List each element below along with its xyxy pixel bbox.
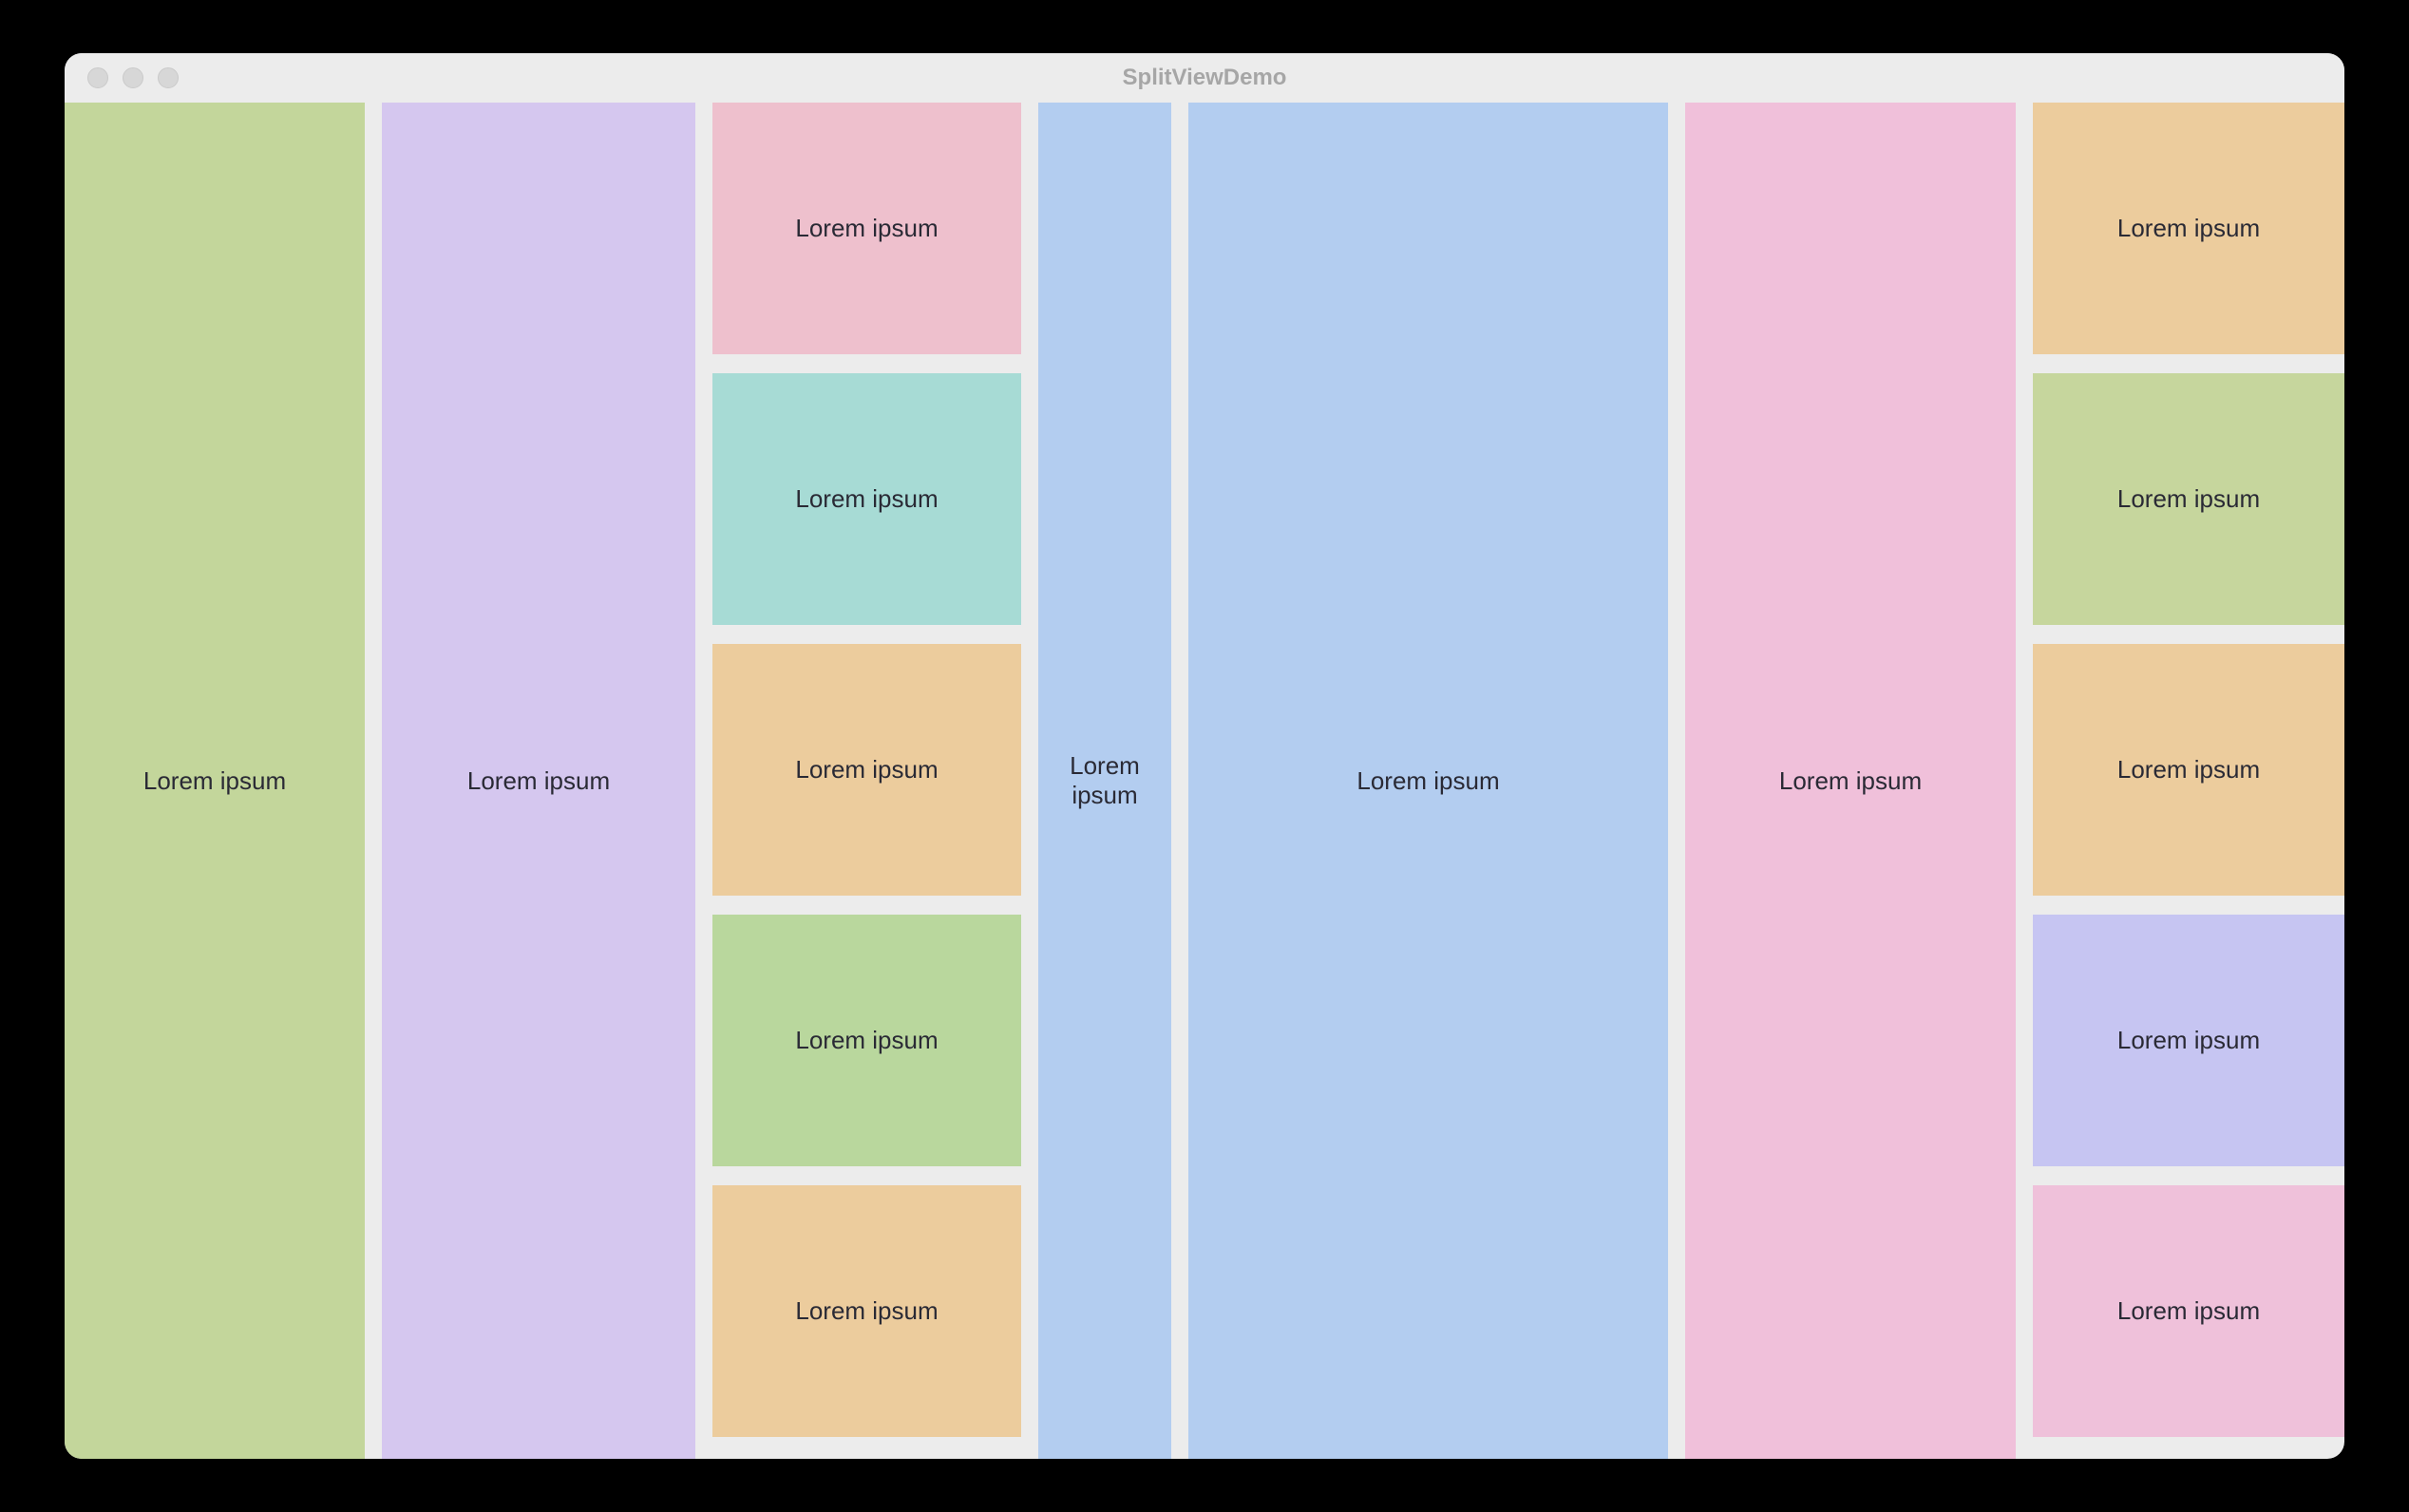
list-item[interactable]: Lorem ipsum [2033, 644, 2344, 896]
list-item[interactable]: Lorem ipsum [712, 1185, 1021, 1437]
split-pane-1[interactable]: Lorem ipsum [65, 103, 365, 1459]
cell-label: Lorem ipsum [2117, 214, 2260, 243]
split-pane-3[interactable]: Lorem ipsum Lorem ipsum Lorem ipsum Lore… [712, 103, 1021, 1459]
cell-label: Lorem ipsum [2117, 484, 2260, 514]
list-item[interactable]: Lorem ipsum [712, 373, 1021, 625]
minimize-icon[interactable] [123, 67, 143, 88]
list-item[interactable]: Lorem ipsum [2033, 103, 2344, 354]
cell-label: Lorem ipsum [2117, 1296, 2260, 1326]
cell-label: Lorem ipsum [795, 1296, 938, 1326]
list-item[interactable]: Lorem ipsum [2033, 373, 2344, 625]
split-pane-6[interactable]: Lorem ipsum [1685, 103, 2016, 1459]
list-item[interactable]: Lorem ipsum [712, 103, 1021, 354]
split-view: Lorem ipsum Lorem ipsum Lorem ipsum Lore… [65, 103, 2344, 1459]
pane-label: Lorem ipsum [1779, 766, 1922, 796]
app-window: SplitViewDemo Lorem ipsum Lorem ipsum Lo… [65, 53, 2344, 1459]
maximize-icon[interactable] [158, 67, 179, 88]
window-title: SplitViewDemo [1123, 65, 1287, 91]
split-pane-2[interactable]: Lorem ipsum [382, 103, 695, 1459]
split-pane-5[interactable]: Lorem ipsum [1188, 103, 1668, 1459]
list-item[interactable]: Lorem ipsum [2033, 1185, 2344, 1437]
pane-label: Lorem ipsum [467, 766, 610, 796]
cell-label: Lorem ipsum [795, 484, 938, 514]
cell-label: Lorem ipsum [795, 214, 938, 243]
close-icon[interactable] [87, 67, 108, 88]
pane-label: Lorem ipsum [1050, 751, 1160, 810]
list-item[interactable]: Lorem ipsum [712, 644, 1021, 896]
cell-label: Lorem ipsum [795, 1026, 938, 1055]
pane-label: Lorem ipsum [143, 766, 286, 796]
split-pane-7[interactable]: Lorem ipsum Lorem ipsum Lorem ipsum Lore… [2033, 103, 2344, 1459]
traffic-lights [65, 67, 179, 88]
pane-label: Lorem ipsum [1356, 766, 1499, 796]
cell-label: Lorem ipsum [2117, 755, 2260, 784]
split-pane-4[interactable]: Lorem ipsum [1038, 103, 1171, 1459]
titlebar[interactable]: SplitViewDemo [65, 53, 2344, 103]
cell-label: Lorem ipsum [2117, 1026, 2260, 1055]
list-item[interactable]: Lorem ipsum [712, 915, 1021, 1166]
cell-label: Lorem ipsum [795, 755, 938, 784]
list-item[interactable]: Lorem ipsum [2033, 915, 2344, 1166]
